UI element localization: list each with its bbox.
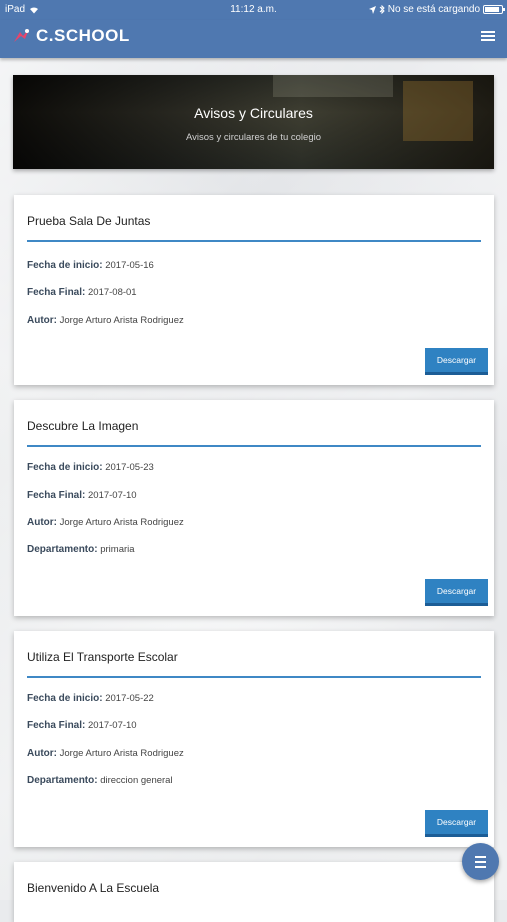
notice-title: Descubre La Imagen xyxy=(27,419,139,433)
divider xyxy=(27,240,481,242)
notice-card: Bienvenido A La Escuela xyxy=(14,862,494,922)
end-date-row: Fecha Final: 2017-08-01 xyxy=(27,287,137,298)
author-name: Jorge Arturo Arista Rodriguez xyxy=(59,315,184,326)
status-bar: iPad 11:12 a.m. No se está cargando xyxy=(0,0,507,20)
notice-title: Prueba Sala De Juntas xyxy=(27,214,151,228)
end-date: 2017-07-10 xyxy=(88,490,137,501)
divider xyxy=(27,676,481,678)
bluetooth-icon xyxy=(379,5,385,14)
notice-title: Bienvenido A La Escuela xyxy=(27,881,160,895)
notice-card: Utiliza El Transporte Escolar Fecha de i… xyxy=(14,631,494,847)
notice-title: Utiliza El Transporte Escolar xyxy=(27,650,178,664)
author-row: Autor: Jorge Arturo Arista Rodriguez xyxy=(27,748,184,759)
location-icon xyxy=(368,5,376,14)
end-date-row: Fecha Final: 2017-07-10 xyxy=(27,490,137,501)
battery-icon xyxy=(483,5,505,14)
app-logo[interactable]: C.SCHOOL xyxy=(12,26,130,46)
start-date-row: Fecha de inicio: 2017-05-16 xyxy=(27,260,154,271)
start-date: 2017-05-16 xyxy=(105,260,154,271)
author-row: Autor: Jorge Arturo Arista Rodriguez xyxy=(27,315,184,326)
divider xyxy=(27,445,481,447)
logo-icon xyxy=(14,29,29,42)
start-date: 2017-05-23 xyxy=(105,462,154,473)
department-name: primaria xyxy=(100,544,135,555)
author-name: Jorge Arturo Arista Rodriguez xyxy=(59,517,184,528)
brand-name: C.SCHOOL xyxy=(36,26,130,45)
hero-subtitle: Avisos y circulares de tu colegio xyxy=(186,132,321,143)
department-name: direccion general xyxy=(100,775,173,786)
download-button[interactable]: Descargar xyxy=(425,348,488,375)
menu-icon xyxy=(475,856,486,858)
end-date: 2017-08-01 xyxy=(88,287,137,298)
app-navbar: C.SCHOOL xyxy=(0,20,507,58)
start-date-row: Fecha de inicio: 2017-05-23 xyxy=(27,462,154,473)
hero-banner: Avisos y Circulares Avisos y circulares … xyxy=(13,75,494,169)
start-date: 2017-05-22 xyxy=(105,693,154,704)
author-row: Autor: Jorge Arturo Arista Rodriguez xyxy=(27,517,184,528)
floating-menu-button[interactable] xyxy=(462,843,499,880)
download-button[interactable]: Descargar xyxy=(425,810,488,837)
department-row: Departamento: primaria xyxy=(27,544,135,555)
author-name: Jorge Arturo Arista Rodriguez xyxy=(59,748,184,759)
hamburger-menu-icon[interactable] xyxy=(481,29,495,43)
department-row: Departamento: direccion general xyxy=(27,775,173,786)
start-date-row: Fecha de inicio: 2017-05-22 xyxy=(27,693,154,704)
end-date: 2017-07-10 xyxy=(88,720,137,731)
notice-card: Descubre La Imagen Fecha de inicio: 2017… xyxy=(14,400,494,616)
end-date-row: Fecha Final: 2017-07-10 xyxy=(27,720,137,731)
hero-title: Avisos y Circulares xyxy=(194,105,313,121)
notice-card: Prueba Sala De Juntas Fecha de inicio: 2… xyxy=(14,195,494,385)
download-button[interactable]: Descargar xyxy=(425,579,488,606)
charging-status: No se está cargando xyxy=(387,4,480,15)
